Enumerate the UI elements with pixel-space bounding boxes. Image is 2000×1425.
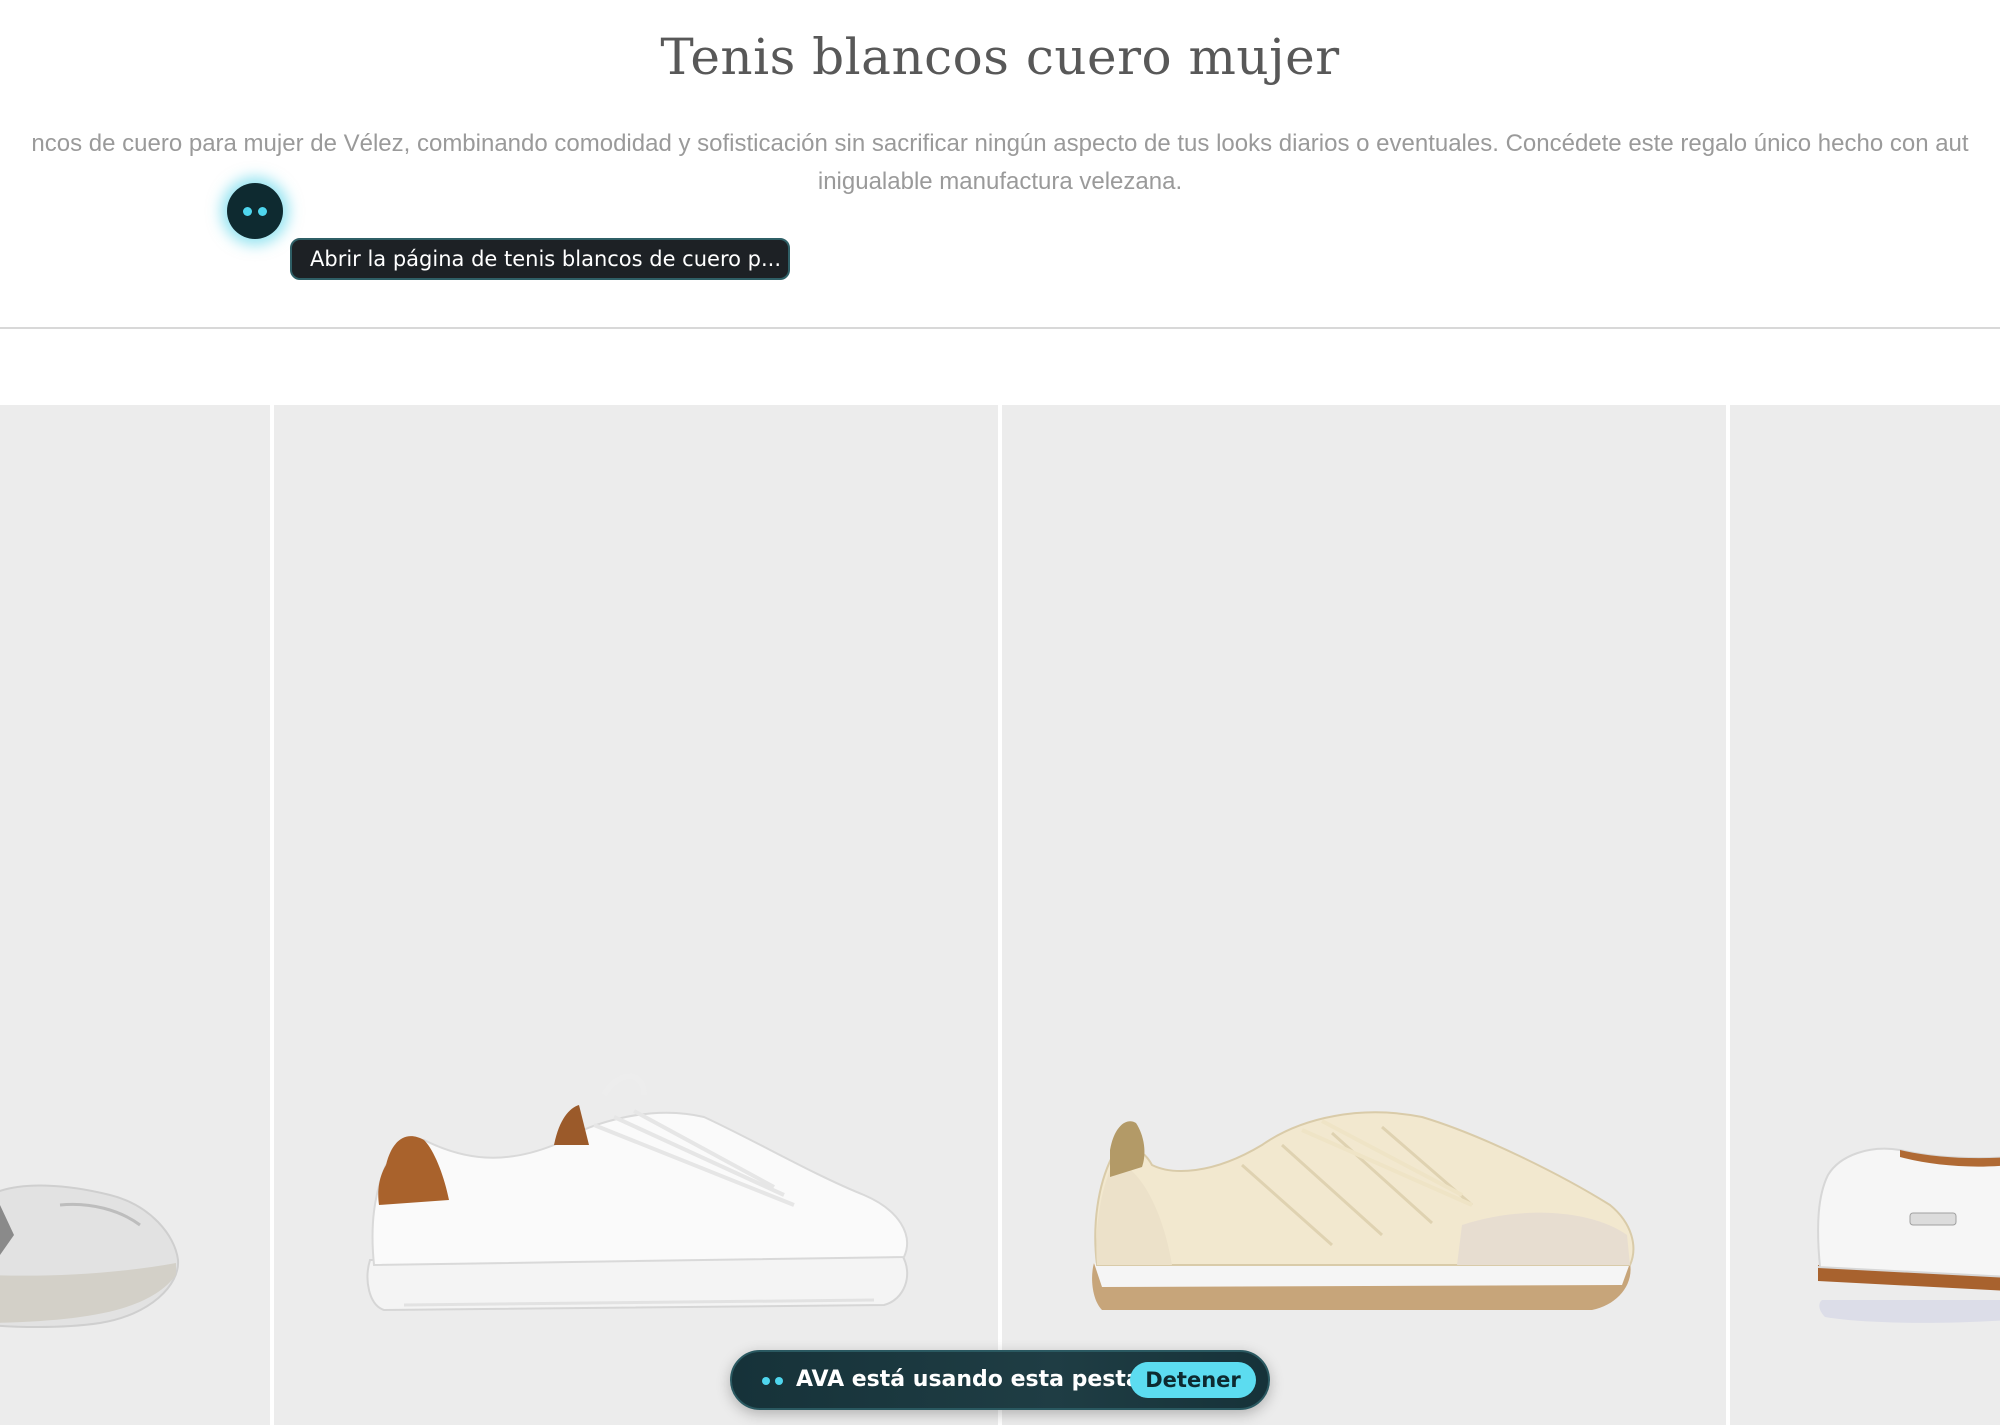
agent-action-tooltip: Abrir la página de tenis blancos de cuer… — [290, 238, 790, 280]
divider — [0, 327, 2000, 329]
page: Tenis blancos cuero mujer ncos de cuero … — [0, 0, 2000, 1425]
product-card-1[interactable] — [0, 405, 270, 1425]
agent-cursor-icon — [227, 183, 283, 239]
agent-eye-icon — [243, 207, 252, 216]
agent-eye-icon — [775, 1377, 783, 1385]
category-description-line-1: ncos de cuero para mujer de Vélez, combi… — [31, 130, 1969, 157]
agent-status-bar: AVA está usando esta pestaña Detener — [730, 1350, 1270, 1410]
page-title: Tenis blancos cuero mujer — [660, 28, 1340, 86]
product-grid — [0, 405, 2000, 1425]
product-card-3[interactable] — [1002, 405, 1726, 1425]
product-image-white-sneaker[interactable] — [274, 405, 998, 1425]
product-image-cream-sneaker[interactable] — [1002, 405, 1726, 1425]
agent-eye-icon — [258, 207, 267, 216]
product-image-white-brown-sneaker[interactable] — [1730, 405, 2000, 1425]
stop-button[interactable]: Detener — [1130, 1362, 1256, 1398]
product-card-2[interactable] — [274, 405, 998, 1425]
product-image-silver-sneaker[interactable] — [0, 405, 270, 1425]
product-card-4[interactable] — [1730, 405, 2000, 1425]
category-description-line-2: inigualable manufactura velezana. — [817, 168, 1183, 195]
agent-status-text: AVA está usando esta pestaña — [796, 1367, 1172, 1392]
agent-eye-icon — [762, 1377, 770, 1385]
